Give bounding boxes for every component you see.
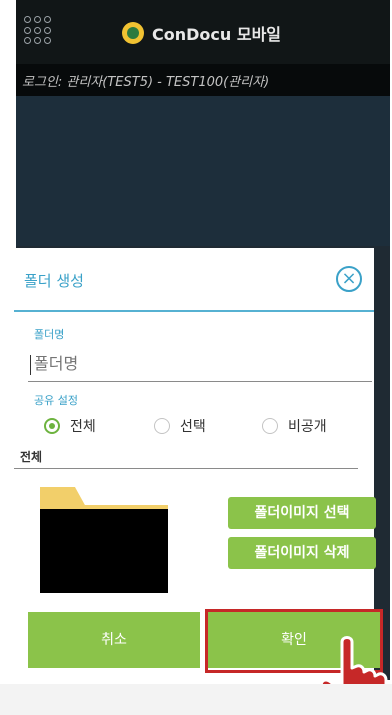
radio-private-label: 비공개: [288, 419, 327, 435]
close-icon[interactable]: ×: [336, 266, 362, 292]
text-cursor: [30, 355, 31, 375]
folder-name-field[interactable]: [28, 345, 372, 382]
radio-all[interactable]: 전체: [44, 416, 96, 436]
cancel-button[interactable]: 취소: [28, 612, 200, 668]
radio-private[interactable]: 비공개: [262, 416, 327, 436]
share-value-underline: [14, 468, 358, 469]
radio-select[interactable]: 선택: [154, 416, 206, 436]
brand-logo-icon: [122, 22, 144, 44]
delete-folder-image-button[interactable]: 폴더이미지 삭제: [228, 537, 376, 569]
folder-name-input[interactable]: [32, 353, 336, 374]
user-status-bar: 로그인: 관리자(TEST5) - TEST100(관리자): [16, 64, 390, 96]
share-value-text: 전체: [20, 450, 43, 464]
radio-all-label: 전체: [70, 419, 96, 435]
folder-name-label: 폴더명: [34, 328, 65, 341]
folder-image-preview: [40, 505, 168, 593]
dialog-header: 폴더 생성 ×: [14, 248, 374, 312]
brand-title: ConDocu 모바일: [152, 25, 282, 44]
radio-select-label: 선택: [180, 419, 206, 435]
bottom-strip: [0, 684, 392, 715]
user-status-text: 로그인: 관리자(TEST5) - TEST100(관리자): [22, 75, 270, 90]
select-folder-image-button[interactable]: 폴더이미지 선택: [228, 497, 376, 529]
menu-grid-icon[interactable]: [24, 16, 54, 46]
app-titlebar: ConDocu 모바일: [16, 0, 390, 64]
background-content-area: [16, 96, 390, 246]
radio-selected-icon[interactable]: [44, 418, 60, 434]
share-setting-label: 공유 설정: [34, 394, 78, 407]
radio-unselected-icon[interactable]: [262, 418, 278, 434]
brand: ConDocu 모바일: [122, 20, 281, 46]
radio-unselected-icon[interactable]: [154, 418, 170, 434]
dialog-title: 폴더 생성: [24, 272, 84, 290]
